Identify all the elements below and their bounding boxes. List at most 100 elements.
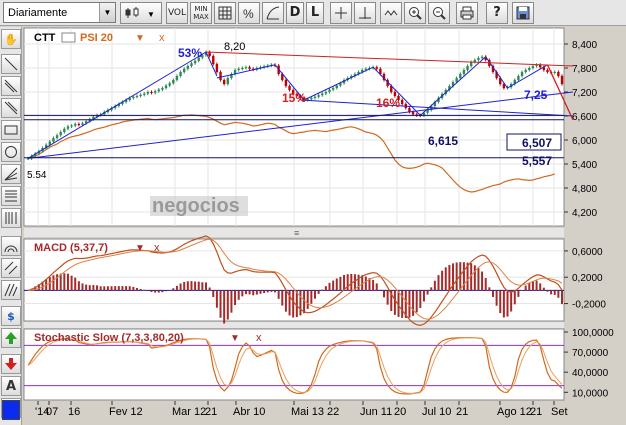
grid-button[interactable]: [214, 2, 236, 24]
zoom-in-button[interactable]: [404, 2, 426, 24]
candle-body: [553, 72, 556, 73]
candle-body: [331, 88, 335, 90]
ray-tool[interactable]: [1, 76, 21, 96]
draw-d-button[interactable]: D: [286, 2, 304, 24]
candle-body: [328, 89, 331, 92]
candle-body: [426, 110, 429, 113]
candle-body: [317, 95, 320, 97]
macd-legend: MACD (5,37,7) ▼ x: [34, 242, 160, 254]
hand-icon: ✋: [4, 32, 18, 46]
panel-splitter-2[interactable]: [24, 322, 564, 328]
candle-body: [150, 92, 153, 93]
speed-lines-tool[interactable]: [1, 280, 21, 300]
candle-body: [70, 125, 73, 127]
macd-dropdown-icon[interactable]: ▼: [135, 243, 145, 254]
candle-body: [335, 85, 338, 88]
price-tick-label: 6,600: [572, 112, 597, 123]
legend-remove-icon[interactable]: x: [159, 32, 165, 44]
text-tool[interactable]: A: [1, 376, 21, 396]
color-picker[interactable]: [1, 400, 21, 423]
stochastic-title: Stochastic Slow (7,3,3,80,20): [34, 332, 184, 344]
macd-tick-label: 0,6000: [572, 247, 603, 258]
volume-label: VOL: [167, 8, 187, 18]
channel-tool[interactable]: [1, 258, 21, 278]
candle-body: [321, 93, 324, 96]
zoom-out-button[interactable]: [428, 2, 450, 24]
fan-tool[interactable]: [1, 164, 21, 184]
save-button[interactable]: [512, 2, 534, 24]
candle-body: [52, 138, 55, 142]
volume-button[interactable]: VOL: [166, 2, 188, 24]
candle-body: [59, 132, 62, 136]
percent-button[interactable]: %: [238, 2, 260, 24]
circle-tool[interactable]: [1, 142, 21, 162]
candle-body: [531, 66, 535, 68]
buy-arrow-tool[interactable]: [1, 328, 21, 348]
annotation-6507: 6,507: [522, 136, 552, 150]
legend-symbol: CTT: [34, 32, 56, 44]
candle-body: [168, 83, 171, 86]
log-scale-button[interactable]: [262, 2, 284, 24]
stochastic-tick-label: 100,0000: [572, 328, 614, 339]
time-tick-label: 21: [456, 406, 468, 418]
candle-body: [153, 91, 157, 93]
dollar-icon: $: [7, 309, 15, 323]
candle-body: [560, 76, 564, 84]
macd-axis: 0,6000 0,2000 -0,2000: [564, 247, 606, 311]
price-tick-label: 4,200: [572, 208, 597, 219]
time-tick-label: 16: [68, 406, 80, 418]
help-label: ?: [493, 5, 501, 20]
candle-body: [222, 80, 226, 84]
chevron-down-icon[interactable]: ▼: [99, 3, 115, 22]
price-tick-label: 7,200: [572, 88, 597, 99]
arc-tool[interactable]: [1, 236, 21, 256]
wave-button[interactable]: [380, 2, 402, 24]
time-tick-label: 07: [46, 406, 58, 418]
annotation-16pct: 16%: [376, 96, 400, 110]
zoom-out-icon: [433, 7, 446, 20]
horizontal-line-button[interactable]: [354, 2, 376, 24]
crosshair-button[interactable]: [330, 2, 352, 24]
hand-tool[interactable]: ✋: [1, 29, 21, 49]
candle-body: [241, 68, 244, 69]
horizontal-line-icon: [359, 7, 371, 19]
candle-body: [139, 94, 142, 96]
macd-title: MACD (5,37,7): [34, 242, 108, 254]
rectangle-tool[interactable]: [1, 120, 21, 140]
dollar-tool[interactable]: $: [1, 306, 21, 326]
stochastic-remove-icon[interactable]: x: [256, 332, 262, 344]
stochastic-tick-label: 70,0000: [572, 348, 609, 359]
fibonacci-tool[interactable]: [1, 186, 21, 206]
period-dropdown[interactable]: Diariamente ▼: [3, 2, 116, 23]
period-label: Diariamente: [8, 6, 68, 19]
macd-remove-icon[interactable]: x: [154, 242, 160, 254]
time-tick-label: 21: [530, 406, 542, 418]
candle-body: [179, 72, 182, 76]
legend-dropdown-icon[interactable]: ▼: [135, 33, 145, 44]
time-tick-label: Set: [551, 406, 568, 418]
save-icon: [516, 6, 530, 20]
candle-body: [74, 124, 77, 126]
line-tool[interactable]: [1, 54, 21, 74]
candle-body: [524, 70, 527, 72]
print-button[interactable]: [456, 2, 478, 24]
stochastic-dropdown-icon[interactable]: ▼: [230, 333, 240, 344]
vertical-lines-tool[interactable]: [1, 208, 21, 228]
toolbar: Diariamente ▼ ▼ VOL MIN MAX % D L ?: [0, 0, 626, 26]
sell-arrow-tool[interactable]: [1, 354, 21, 374]
chart-area[interactable]: ≡ 8,400 7,800 7,200 6,600 6,000 5,400 4,800 4,2…: [22, 26, 626, 425]
help-button[interactable]: ?: [486, 2, 508, 24]
candle-body: [466, 66, 469, 70]
color-swatch: [2, 400, 20, 420]
candle-body: [77, 124, 81, 125]
watermark-text: negocios: [152, 195, 240, 217]
parallel-tool[interactable]: [1, 98, 21, 118]
min-max-button[interactable]: MIN MAX: [190, 2, 212, 24]
candle-body: [459, 74, 462, 78]
grid-icon: [218, 6, 232, 20]
percent-icon: %: [243, 7, 254, 20]
annotation-53pct: 53%: [178, 46, 202, 60]
legend-swatch[interactable]: [61, 32, 76, 43]
chart-type-button[interactable]: ▼: [120, 2, 162, 24]
draw-l-button[interactable]: L: [306, 2, 324, 24]
